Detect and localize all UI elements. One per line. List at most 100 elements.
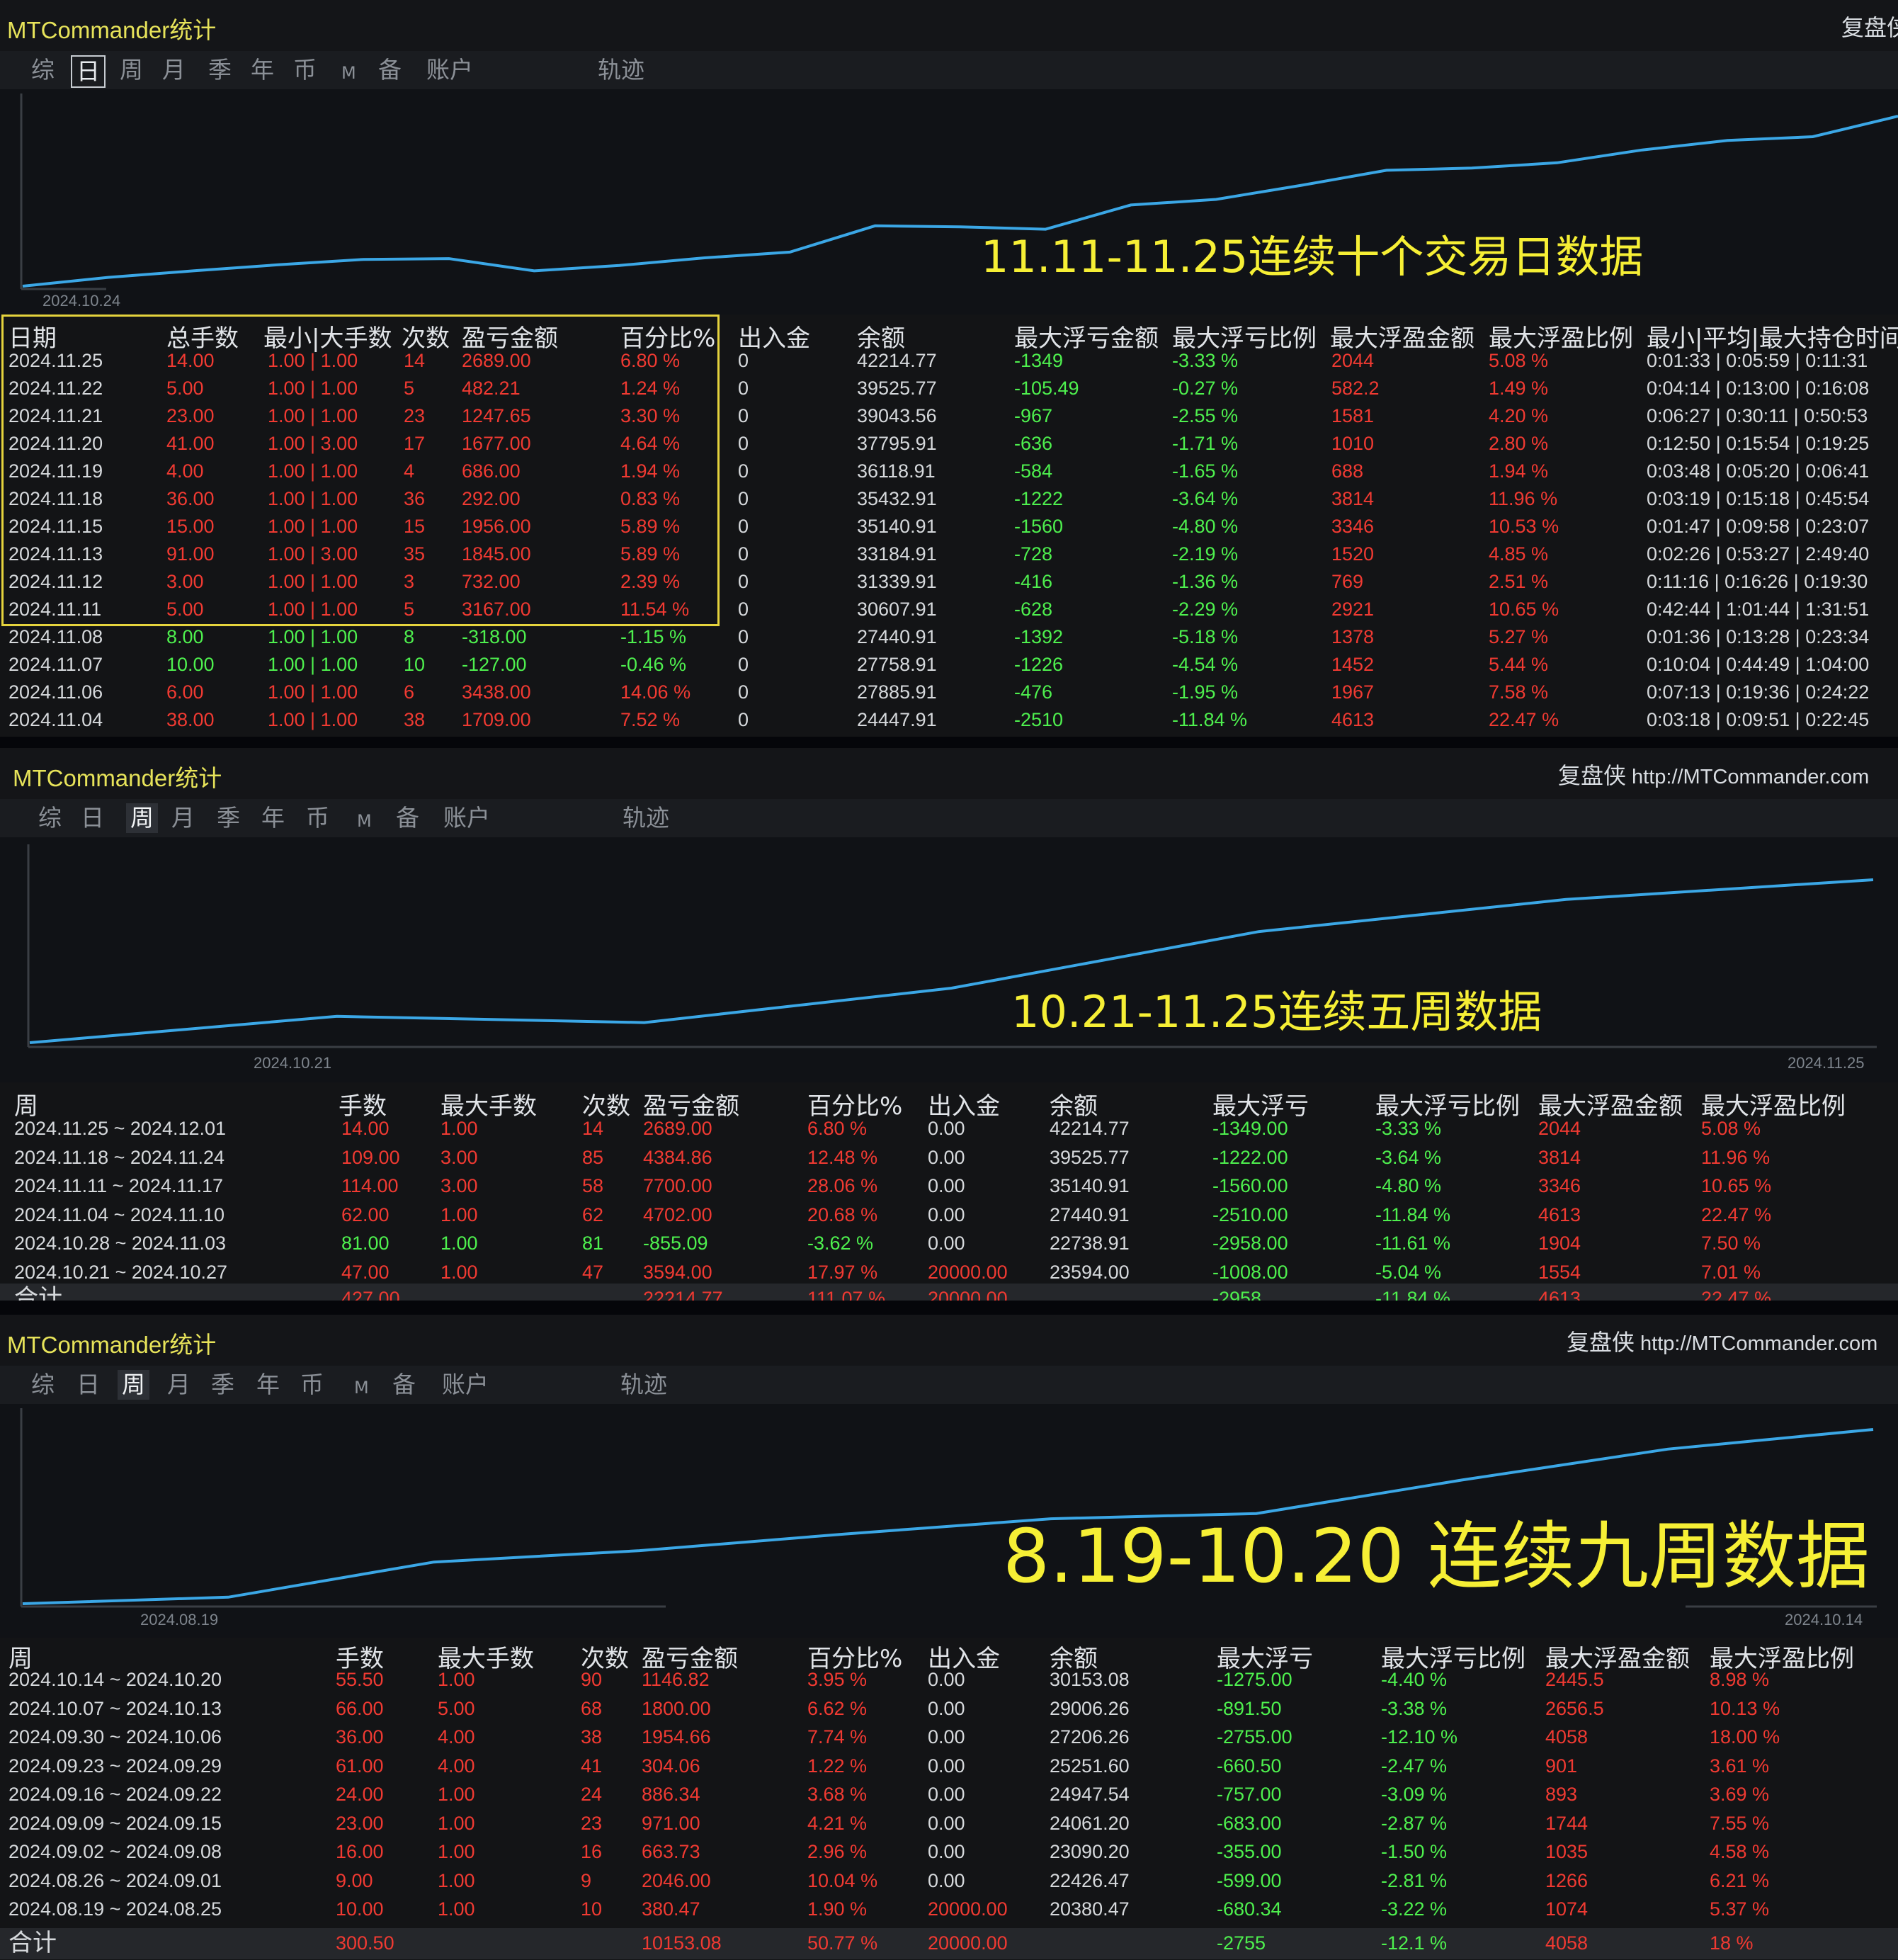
table-cell: 0 [738, 350, 749, 371]
table-cell: 4.20 % [1489, 405, 1549, 426]
table-row[interactable]: 2024.10.07 ~ 2024.10.13 66.00 5.00 68 1800.0… [0, 1695, 1898, 1723]
brand-url[interactable]: http://MTCommander.com [1632, 766, 1869, 788]
tab-10[interactable]: 轨迹 [595, 55, 647, 85]
table-row[interactable]: 2024.09.16 ~ 2024.09.22 24.00 1.00 24 886.34… [0, 1781, 1898, 1808]
table-cell: -683.00 [1217, 1812, 1282, 1834]
tab-8[interactable]: 备 [390, 1370, 419, 1400]
chart-start-date: 2024.10.24 [42, 292, 121, 310]
table-row[interactable]: 2024.09.02 ~ 2024.09.08 16.00 1.00 16 663.73… [0, 1838, 1898, 1866]
table-row[interactable]: 2024.08.26 ~ 2024.09.01 9.00 1.00 9 2046.00 1… [0, 1867, 1898, 1895]
table-cell: 7.50 % [1701, 1233, 1761, 1254]
table-cell: 68 [581, 1697, 603, 1719]
table-row[interactable]: 2024.11.04 38.00 1.00 | 1.00 38 1709.00 7.52 … [0, 706, 1898, 734]
table-cell: 109.00 [341, 1146, 400, 1168]
table-cell: 5.44 % [1489, 654, 1549, 675]
table-cell: -2.19 % [1172, 543, 1239, 565]
table-cell: 2024.11.25 ~ 2024.12.01 [14, 1118, 227, 1139]
table-cell: 22426.47 [1050, 1869, 1130, 1891]
tab-7[interactable]: M [339, 58, 359, 88]
tab-2[interactable]: 周 [117, 55, 146, 85]
table-row[interactable]: 2024.09.23 ~ 2024.09.29 61.00 4.00 41 304.06… [0, 1752, 1898, 1780]
table-row[interactable]: 2024.08.19 ~ 2024.08.25 10.00 1.00 10 380.47… [0, 1896, 1898, 1923]
tab-5[interactable]: 年 [254, 1370, 283, 1400]
tab-6[interactable]: 币 [303, 803, 332, 833]
table-row[interactable]: 2024.09.30 ~ 2024.10.06 36.00 4.00 38 1954.6… [0, 1723, 1898, 1751]
tab-0[interactable]: 综 [35, 803, 64, 833]
table-row[interactable]: 2024.11.04 ~ 2024.11.10 62.00 1.00 62 4702.0… [0, 1201, 1898, 1229]
table-cell: -2.81 % [1381, 1869, 1448, 1891]
table-cell: 1010 [1331, 433, 1375, 454]
table-cell: 0 [738, 681, 749, 703]
table-cell: 3346 [1538, 1175, 1581, 1196]
tab-3[interactable]: 月 [164, 1370, 193, 1400]
tab-9[interactable]: 账户 [439, 1370, 491, 1400]
table-cell: 2024.10.14 ~ 2024.10.20 [8, 1669, 222, 1690]
table-cell: 1581 [1331, 405, 1375, 426]
table-row[interactable]: 2024.10.21 ~ 2024.10.27 47.00 1.00 47 3594.0… [0, 1259, 1898, 1286]
total-cell: 50.77 % [807, 1932, 878, 1954]
table-row[interactable]: 2024.11.07 10.00 1.00 | 1.00 10 -127.00 -0.46… [0, 651, 1898, 679]
table-row[interactable]: 2024.09.09 ~ 2024.09.15 23.00 1.00 23 971.00… [0, 1810, 1898, 1837]
tab-10[interactable]: 轨迹 [618, 1370, 670, 1400]
tab-0[interactable]: 综 [28, 1370, 57, 1400]
tab-1[interactable]: 日 [71, 55, 106, 88]
table-cell: 7.74 % [807, 1726, 868, 1747]
table-cell: 2024.08.26 ~ 2024.09.01 [8, 1869, 222, 1891]
tab-9[interactable]: 账户 [424, 55, 476, 85]
tab-5[interactable]: 年 [248, 55, 277, 85]
table-cell: 0.00 [928, 1726, 965, 1747]
table-cell: 10 [404, 654, 426, 675]
table-cell: 2024.09.23 ~ 2024.09.29 [8, 1755, 222, 1777]
tab-6[interactable]: 币 [297, 1370, 326, 1400]
table-cell: 27885.91 [857, 681, 937, 703]
table-cell: 1.00 [438, 1784, 475, 1805]
tab-4[interactable]: 季 [205, 55, 234, 85]
table-row[interactable]: 2024.10.14 ~ 2024.10.20 55.50 1.00 90 1146.8… [0, 1666, 1898, 1694]
table-cell: 24061.20 [1050, 1812, 1130, 1834]
tab-4[interactable]: 季 [214, 803, 243, 833]
tab-6[interactable]: 币 [290, 55, 319, 85]
tab-1[interactable]: 日 [78, 803, 107, 833]
table-cell: 55.50 [336, 1669, 384, 1690]
tab-8[interactable]: 备 [375, 55, 404, 85]
tab-2[interactable]: 周 [118, 1370, 149, 1400]
tab-9[interactable]: 账户 [441, 803, 493, 833]
table-row[interactable]: 2024.11.08 8.00 1.00 | 1.00 8 -318.00 -1.15 %… [0, 623, 1898, 651]
tab-3[interactable]: 月 [169, 803, 198, 833]
tab-2[interactable]: 周 [126, 803, 158, 833]
table-cell: 1146.82 [642, 1669, 710, 1690]
tab-0[interactable]: 综 [28, 55, 57, 85]
table-cell: 20.68 % [807, 1203, 878, 1225]
table-row[interactable]: 2024.11.11 ~ 2024.11.17 114.00 3.00 58 7700.… [0, 1172, 1898, 1200]
table-cell: 47 [582, 1261, 604, 1283]
table-cell: -855.09 [643, 1233, 708, 1254]
tab-1[interactable]: 日 [74, 1370, 103, 1400]
table-row[interactable]: 2024.10.28 ~ 2024.11.03 81.00 1.00 81 -855.0… [0, 1230, 1898, 1257]
table-cell: 114.00 [341, 1175, 399, 1196]
table-row[interactable]: 2024.11.06 6.00 1.00 | 1.00 6 3438.00 14.06 %… [0, 679, 1898, 706]
tab-8[interactable]: 备 [393, 803, 422, 833]
tab-5[interactable]: 年 [258, 803, 288, 833]
table-cell: 20380.47 [1050, 1898, 1130, 1920]
tab-10[interactable]: 轨迹 [620, 803, 672, 833]
tab-4[interactable]: 季 [208, 1370, 237, 1400]
table-cell: 1.90 % [807, 1898, 868, 1920]
table-cell: 81.00 [341, 1233, 390, 1254]
table-cell: 2.80 % [1489, 433, 1549, 454]
table-row[interactable]: 2024.11.18 ~ 2024.11.24 109.00 3.00 85 4384.… [0, 1144, 1898, 1172]
table-cell: 47.00 [341, 1261, 390, 1283]
table-cell: 14 [582, 1118, 604, 1139]
table-cell: 0 [738, 543, 749, 565]
brand-url[interactable]: http://MTCommander.com [1640, 1332, 1877, 1355]
table-cell: -416 [1014, 571, 1053, 592]
table-cell: 886.34 [642, 1784, 700, 1805]
table-cell: 1074 [1545, 1898, 1589, 1920]
table-cell: 7.52 % [620, 709, 681, 730]
tab-7[interactable]: M [354, 806, 375, 836]
table-cell: 39525.77 [1050, 1146, 1130, 1168]
tab-7[interactable]: M [351, 1373, 372, 1403]
tab-3[interactable]: 月 [159, 55, 188, 85]
table-cell: 38 [581, 1726, 603, 1747]
table-cell: -599.00 [1217, 1869, 1282, 1891]
table-row[interactable]: 2024.11.25 ~ 2024.12.01 14.00 1.00 14 2689.0… [0, 1115, 1898, 1143]
